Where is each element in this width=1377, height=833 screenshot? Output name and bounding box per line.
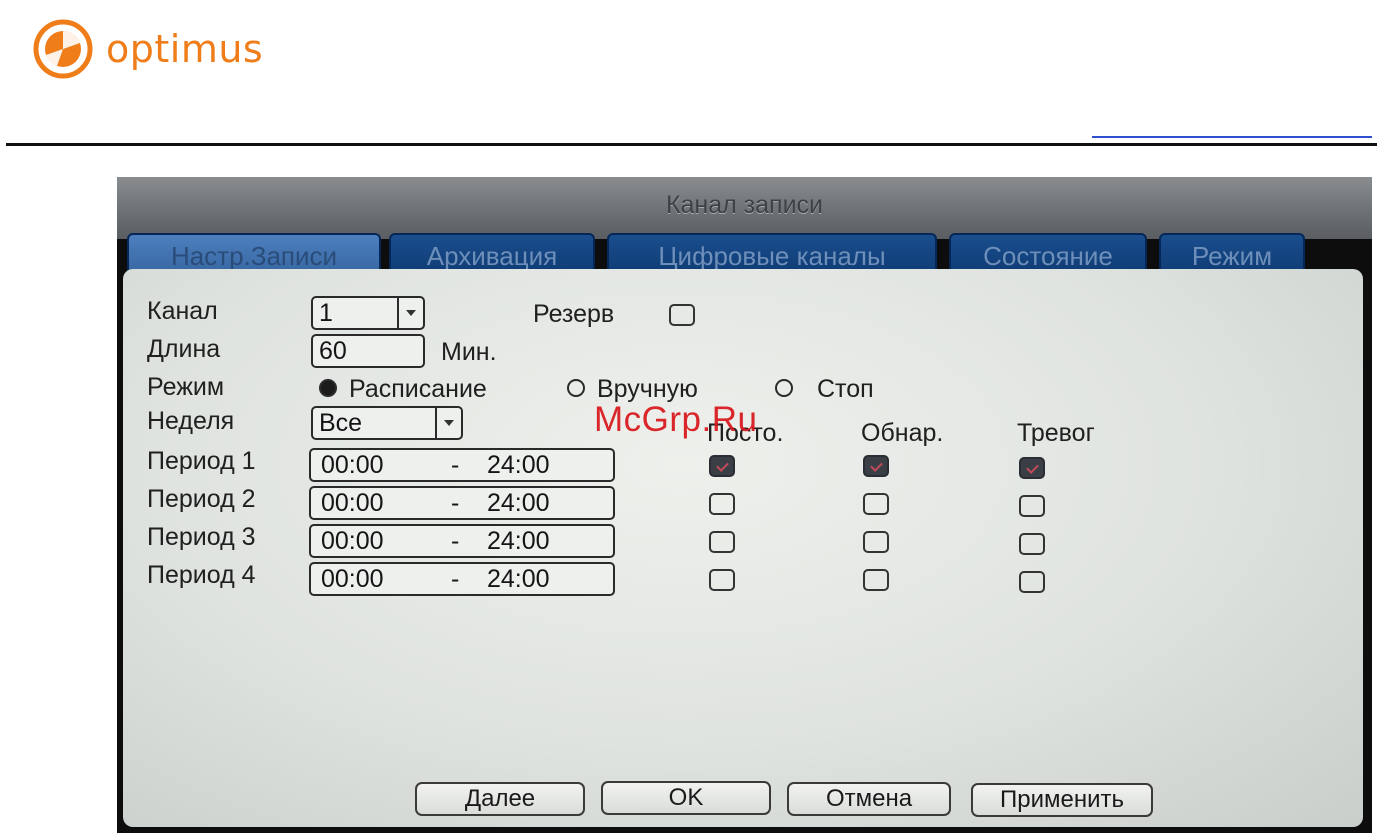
checkbox-alarm[interactable]	[1019, 457, 1045, 479]
checkbox-motion[interactable]	[863, 493, 889, 515]
checkbox-alarm[interactable]	[1019, 571, 1045, 593]
period-end: 24:00	[487, 527, 550, 555]
checkbox-alarm[interactable]	[1019, 495, 1045, 517]
period-separator: -	[451, 489, 460, 517]
backup-label: Резерв	[533, 300, 615, 328]
dialog-title-bar: Канал записи	[117, 177, 1372, 239]
checkbox-motion[interactable]	[863, 455, 889, 477]
channel-select[interactable]: 1	[311, 296, 425, 330]
checkbox-constant[interactable]	[709, 493, 735, 515]
checkbox-motion[interactable]	[863, 569, 889, 591]
length-value: 60	[319, 337, 347, 365]
mode-radio-manual[interactable]	[567, 379, 585, 397]
apply-button[interactable]: Применить	[971, 783, 1153, 817]
channel-label: Канал	[147, 297, 218, 325]
mode-option-stop: Стоп	[817, 375, 874, 403]
checkbox-constant[interactable]	[709, 531, 735, 553]
period-label: Период 3	[147, 523, 256, 551]
checkbox-constant[interactable]	[709, 455, 735, 477]
settings-panel: Канал 1 Резерв Длина 60 Мин. Режим Распи…	[123, 269, 1363, 827]
period-end: 24:00	[487, 451, 550, 479]
mode-option-schedule: Расписание	[349, 375, 487, 403]
period-separator: -	[451, 565, 460, 593]
dialog-title: Канал записи	[665, 191, 824, 219]
period-label: Период 4	[147, 561, 256, 589]
period-separator: -	[451, 451, 460, 479]
channel-value: 1	[319, 299, 333, 327]
column-header-alarm: Тревог	[1017, 419, 1095, 447]
period-time-input[interactable]: 00:00 - 24:00	[309, 448, 615, 482]
period-start: 00:00	[321, 565, 384, 593]
period-separator: -	[451, 527, 460, 555]
cancel-button[interactable]: Отмена	[787, 782, 951, 816]
length-label: Длина	[147, 335, 221, 363]
mode-radio-schedule[interactable]	[319, 379, 337, 397]
period-label: Период 1	[147, 447, 256, 475]
checkbox-motion[interactable]	[863, 531, 889, 553]
period-time-input[interactable]: 00:00 - 24:00	[309, 524, 615, 558]
period-start: 00:00	[321, 527, 384, 555]
period-end: 24:00	[487, 489, 550, 517]
header-link-underline[interactable]	[1092, 136, 1372, 138]
period-time-input[interactable]: 00:00 - 24:00	[309, 562, 615, 596]
length-input[interactable]: 60	[311, 334, 425, 368]
week-label: Неделя	[147, 407, 235, 435]
period-start: 00:00	[321, 489, 384, 517]
mode-radio-stop[interactable]	[775, 379, 793, 397]
period-start: 00:00	[321, 451, 384, 479]
checkbox-alarm[interactable]	[1019, 533, 1045, 555]
chevron-down-icon[interactable]	[435, 408, 461, 438]
week-value: Все	[319, 409, 363, 437]
column-header-motion: Обнар.	[861, 419, 944, 447]
ok-button[interactable]: OK	[601, 781, 771, 815]
chevron-down-icon[interactable]	[397, 298, 423, 328]
optimus-logo: optimus	[33, 19, 263, 79]
checkbox-constant[interactable]	[709, 569, 735, 591]
dvr-record-dialog: Канал записи Настр.Записи Архивация Цифр…	[117, 177, 1372, 833]
backup-checkbox[interactable]	[669, 304, 695, 326]
optimus-logo-icon	[33, 19, 93, 79]
mode-label: Режим	[147, 373, 225, 401]
watermark: McGrp.Ru	[594, 400, 758, 439]
next-button[interactable]: Далее	[415, 782, 585, 816]
week-select[interactable]: Все	[311, 406, 463, 440]
length-unit: Мин.	[441, 338, 497, 366]
period-end: 24:00	[487, 565, 550, 593]
period-time-input[interactable]: 00:00 - 24:00	[309, 486, 615, 520]
header-divider	[6, 143, 1377, 146]
period-label: Период 2	[147, 485, 256, 513]
logo-text: optimus	[106, 27, 264, 71]
